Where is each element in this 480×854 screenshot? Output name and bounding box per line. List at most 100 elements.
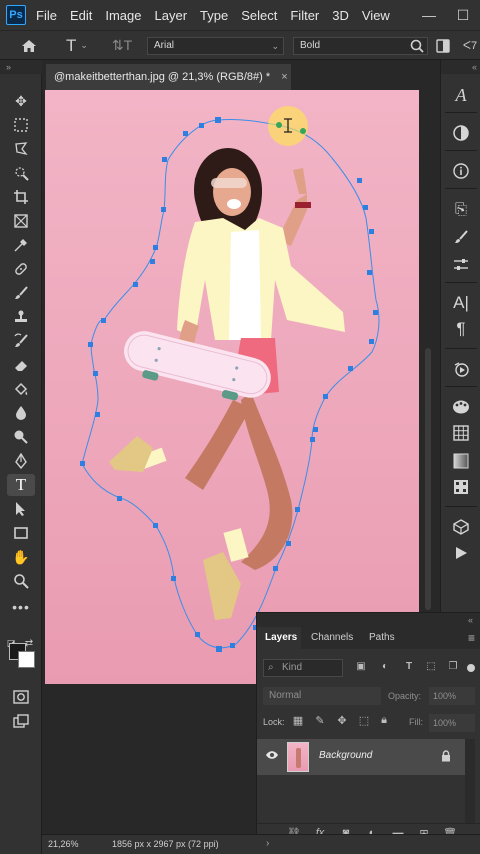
patterns-icon[interactable] [448,476,474,498]
layer-filter-kind[interactable]: ⌕ Kind [263,659,343,677]
filter-shape-icon[interactable]: ⬚ [423,661,439,675]
gradients-icon[interactable] [448,450,474,472]
minimize-button[interactable]: — [412,7,446,23]
character-panel-icon[interactable]: A [448,84,474,106]
crop-icon[interactable] [7,186,35,208]
type-icon[interactable]: T [7,474,35,496]
collapse-panel-icon[interactable]: « [257,613,480,627]
eraser-icon[interactable] [7,354,35,376]
info-icon[interactable] [448,160,474,182]
lock-label: Lock: [263,717,285,727]
history-icon[interactable]: ⎘ [448,198,474,220]
home-icon[interactable] [14,31,44,60]
lock-all-icon[interactable]: 🔒︎ [377,714,391,730]
healing-brush-icon[interactable] [7,258,35,280]
actions-icon[interactable] [448,358,474,380]
photo-subject-illustration [109,148,345,620]
menu-select[interactable]: Select [241,8,277,23]
menu-edit[interactable]: Edit [70,8,92,23]
maximize-button[interactable]: ☐ [446,7,480,24]
font-family-select[interactable]: Arial ⌄ [147,37,284,55]
lock-artboard-icon[interactable]: ⬚ [357,714,371,730]
close-icon[interactable]: × [281,71,287,83]
paint-bucket-icon[interactable] [7,378,35,400]
paragraph-icon[interactable]: ¶ [448,318,474,340]
layer-filter-kind-label: Kind [282,662,303,673]
adjustments-icon[interactable] [448,122,474,144]
blend-mode-select[interactable]: Normal [263,687,381,705]
properties-icon[interactable] [448,254,474,276]
lasso-icon[interactable] [7,138,35,160]
collapse-dock-icon[interactable]: « [441,60,480,74]
search-icon[interactable] [408,31,426,60]
photoshop-logo: Ps [6,5,26,25]
quick-select-icon[interactable] [7,162,35,184]
document-image[interactable] [45,90,419,684]
hand-icon[interactable]: ✋ [7,546,35,568]
pen-icon[interactable] [7,450,35,472]
quick-mask-icon[interactable] [7,686,35,708]
blur-icon[interactable] [7,402,35,424]
3d-icon[interactable] [448,516,474,538]
fill-label: Fill: [409,717,423,727]
menu-3d[interactable]: 3D [332,8,349,23]
lock-image-icon[interactable]: ✎ [313,714,327,730]
collapse-toolbar-icon[interactable]: » [0,60,42,74]
path-select-icon[interactable] [7,498,35,520]
lock-position-icon[interactable]: ✥ [335,714,349,730]
eye-icon[interactable] [265,749,279,763]
filter-smart-object-icon[interactable]: ❐ [445,661,461,675]
fill-input[interactable]: 100% [429,714,475,732]
document-tab[interactable]: @makeitbetterthan.jpg @ 21,3% (RGB/8#) *… [46,64,291,90]
brushes-icon[interactable] [448,226,474,248]
opacity-input[interactable]: 100% [429,687,475,705]
marquee-icon[interactable] [7,114,35,136]
swatches-icon[interactable] [448,422,474,444]
rectangle-icon[interactable] [7,522,35,544]
menu-file[interactable]: File [36,8,57,23]
layer-name[interactable]: Background [319,750,372,761]
filter-adjustment-icon[interactable]: ◐ [377,661,393,675]
clone-stamp-icon[interactable] [7,306,35,328]
more-tools-icon[interactable]: ••• [7,596,35,618]
filter-toggle[interactable] [467,664,475,672]
screen-mode-icon[interactable] [7,710,35,732]
color-icon[interactable] [448,396,474,418]
history-brush-icon[interactable] [7,330,35,352]
zoom-icon[interactable] [7,570,35,592]
filter-pixel-icon[interactable]: ▣ [353,661,369,675]
dodge-icon[interactable] [7,426,35,448]
filter-type-icon[interactable]: T [401,661,417,675]
timeline-icon[interactable] [448,542,474,564]
font-style-value: Bold [300,40,321,51]
workspace-icon[interactable] [432,31,454,60]
document-title: @makeitbetterthan.jpg @ 21,3% (RGB/8#) * [54,71,271,83]
type-tool-preset-icon[interactable]: T ⌄ [58,31,96,60]
brush-icon[interactable] [7,282,35,304]
background-color-swatch[interactable] [18,651,35,668]
tab-paths[interactable]: Paths [361,627,403,649]
menu-image[interactable]: Image [105,8,141,23]
menu-type[interactable]: Type [200,8,228,23]
tab-channels[interactable]: Channels [303,627,361,649]
opacity-label: Opacity: [388,691,422,701]
move-icon[interactable]: ✥ [7,90,35,112]
layer-row[interactable]: Background [257,739,465,775]
menu-layer[interactable]: Layer [155,8,188,23]
frame-icon[interactable] [7,210,35,232]
panel-menu-icon[interactable]: ≡ [468,627,475,649]
menu-filter[interactable]: Filter [290,8,319,23]
canvas-scrollbar[interactable] [425,348,431,610]
layers-scrollbar[interactable] [465,739,475,823]
lock-icon[interactable] [441,750,451,765]
zoom-level[interactable]: 21,26% [48,839,79,849]
more-options-icon[interactable]: ᐸ7 [462,31,478,60]
tab-layers[interactable]: Layers [257,627,301,649]
menu-view[interactable]: View [362,8,390,23]
toggle-text-orientation-icon[interactable]: ⇅T [108,31,136,60]
lock-transparent-icon[interactable]: ▦ [291,714,305,730]
status-menu-icon[interactable]: › [266,838,269,849]
eyedropper-icon[interactable] [7,234,35,256]
character-icon[interactable]: A| [448,292,474,314]
chevron-down-icon: ⌄ [271,41,279,51]
